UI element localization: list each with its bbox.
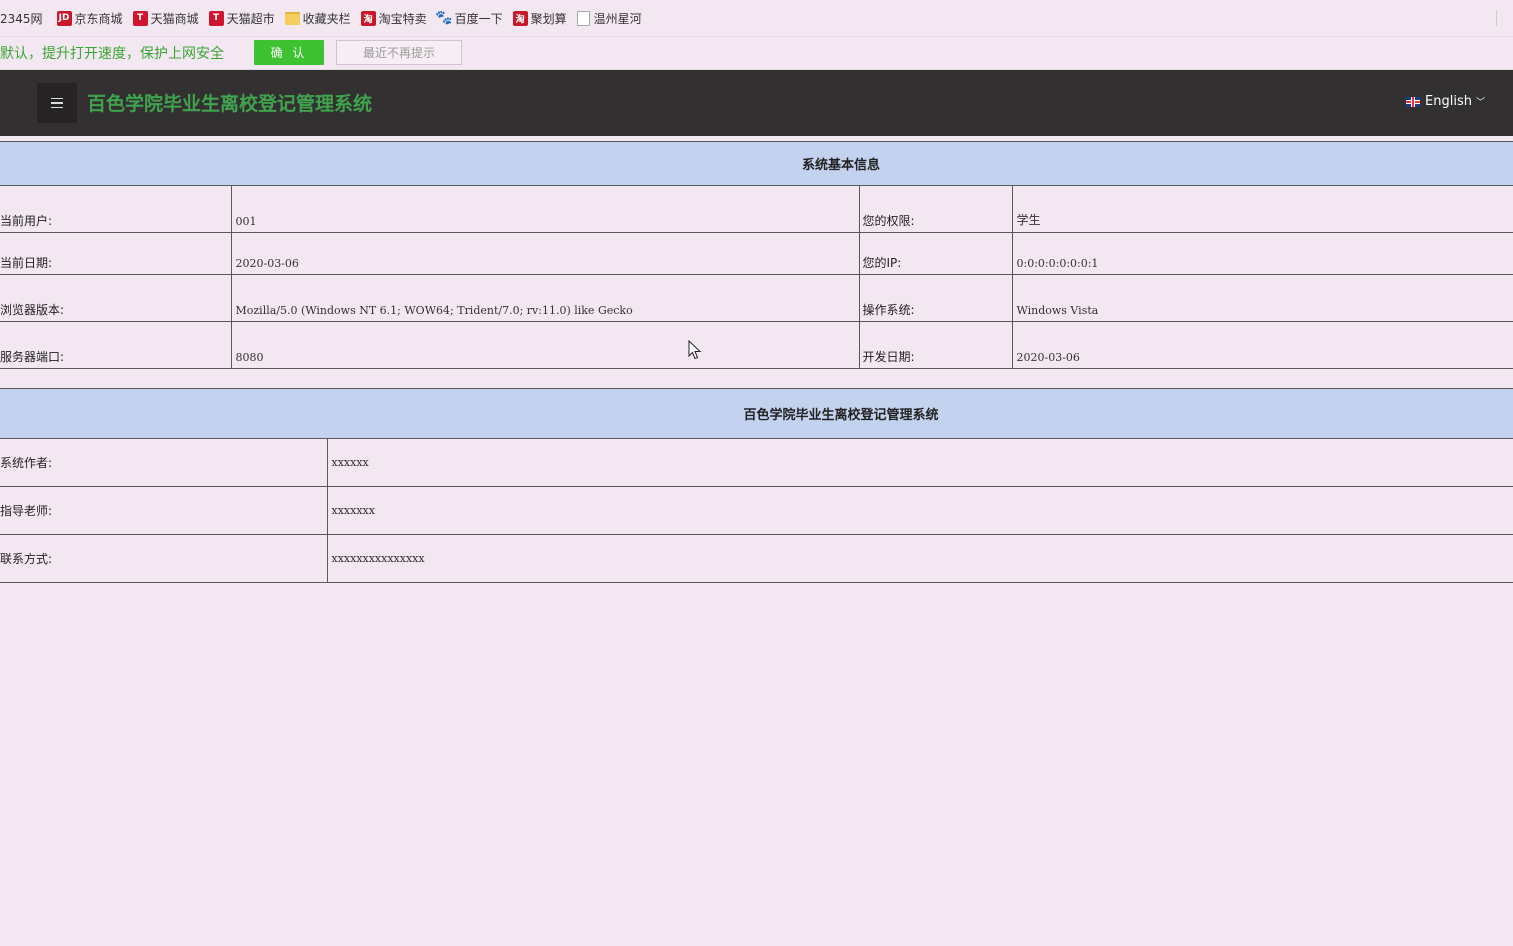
confirm-button[interactable]: 确 认 bbox=[254, 40, 324, 65]
contact-value: xxxxxxxxxxxxxxx bbox=[326, 534, 1513, 583]
os-value: Windows Vista bbox=[1011, 274, 1513, 322]
os-label: 操作系统: bbox=[858, 274, 1013, 322]
permission-label: 您的权限: bbox=[858, 185, 1013, 233]
table-row: 当前日期: 2020-03-06 您的IP: 0:0:0:0:0:0:0:1 bbox=[0, 232, 1513, 275]
table-row: 浏览器版本: Mozilla/5.0 (Windows NT 6.1; WOW6… bbox=[0, 274, 1513, 322]
bookmark-label: 天猫商城 bbox=[150, 11, 199, 26]
advisor-value: xxxxxxx bbox=[326, 486, 1513, 535]
table-row: 服务器端口: 8080 开发日期: 2020-03-06 bbox=[0, 321, 1513, 369]
bookmark-label: 聚划算 bbox=[530, 11, 567, 26]
ip-label: 您的IP: bbox=[858, 232, 1013, 275]
author-value: xxxxxx bbox=[326, 438, 1513, 487]
language-switch[interactable]: English ﹀ bbox=[1406, 94, 1485, 109]
bookmark-label: 天猫超市 bbox=[226, 11, 275, 26]
folder-icon bbox=[284, 11, 300, 25]
hamburger-icon bbox=[51, 102, 63, 104]
current-date-label: 当前日期: bbox=[0, 232, 232, 275]
contact-label: 联系方式: bbox=[0, 534, 328, 583]
hamburger-icon bbox=[51, 97, 63, 100]
bookmark-label: 淘宝特卖 bbox=[378, 11, 427, 26]
bookmark-tmall[interactable]: T 天猫商城 bbox=[132, 10, 199, 27]
author-label: 系统作者: bbox=[0, 438, 328, 487]
table-row: 系统作者: xxxxxx bbox=[0, 438, 1513, 487]
notice-text: 默认，提升打开速度，保护上网安全 bbox=[0, 45, 224, 62]
taobao-icon: 淘 bbox=[512, 10, 528, 26]
mouse-cursor-icon bbox=[688, 340, 702, 360]
app-header: 百色学院毕业生离校登记管理系统 English ﹀ bbox=[0, 70, 1513, 136]
ip-value: 0:0:0:0:0:0:0:1 bbox=[1011, 232, 1513, 275]
bookmark-label: 温州星河 bbox=[593, 11, 642, 26]
bookmark-label: 京东商城 bbox=[74, 11, 123, 26]
about-heading: 百色学院毕业生离校登记管理系统 bbox=[0, 388, 1513, 439]
uk-flag-icon bbox=[1406, 96, 1421, 107]
browser-version-label: 浏览器版本: bbox=[0, 274, 232, 322]
tmall-icon: T bbox=[132, 10, 148, 26]
language-label: English bbox=[1425, 94, 1472, 109]
current-date-value: 2020-03-06 bbox=[230, 232, 860, 275]
taobao-icon: 淘 bbox=[360, 10, 376, 26]
bookmarks-divider bbox=[1496, 10, 1497, 26]
bookmark-favorites-folder[interactable]: 收藏夹栏 bbox=[284, 10, 351, 27]
app-title: 百色学院毕业生离校登记管理系统 bbox=[87, 93, 373, 115]
bookmark-baidu[interactable]: 🐾 百度一下 bbox=[435, 10, 503, 27]
bookmark-label: 百度一下 bbox=[454, 11, 503, 26]
server-port-value: 8080 bbox=[230, 321, 860, 369]
system-info-table: 系统基本信息 当前用户: 001 您的权限: 学生 当前日期: 2020-03-… bbox=[0, 141, 1513, 369]
no-remind-button[interactable]: 最近不再提示 bbox=[336, 40, 462, 65]
bookmark-jd[interactable]: JD 京东商城 bbox=[56, 10, 123, 27]
bookmark-wenzhou[interactable]: 温州星河 bbox=[576, 10, 642, 27]
page-icon bbox=[576, 10, 590, 26]
dev-date-label: 开发日期: bbox=[858, 321, 1013, 369]
baidu-paw-icon: 🐾 bbox=[435, 10, 453, 26]
system-info-heading: 系统基本信息 bbox=[0, 141, 1513, 186]
bookmark-juhuasuan[interactable]: 淘 聚划算 bbox=[512, 10, 567, 27]
server-port-label: 服务器端口: bbox=[0, 321, 232, 369]
notification-bar: 默认，提升打开速度，保护上网安全 确 认 最近不再提示 bbox=[0, 36, 1513, 70]
browser-version-value: Mozilla/5.0 (Windows NT 6.1; WOW64; Trid… bbox=[230, 274, 860, 322]
tmall-icon: T bbox=[208, 10, 224, 26]
table-row: 当前用户: 001 您的权限: 学生 bbox=[0, 185, 1513, 233]
bookmark-taobao-sale[interactable]: 淘 淘宝特卖 bbox=[360, 10, 427, 27]
bookmarks-bar: 2345网 JD 京东商城 T 天猫商城 T 天猫超市 收藏夹栏 淘 淘宝特卖 … bbox=[0, 0, 1513, 37]
current-user-value: 001 bbox=[230, 185, 860, 233]
bookmark-2345[interactable]: 2345网 bbox=[0, 10, 43, 27]
jd-icon: JD bbox=[56, 10, 72, 26]
chevron-down-icon: ﹀ bbox=[1475, 98, 1485, 108]
table-row: 联系方式: xxxxxxxxxxxxxxx bbox=[0, 534, 1513, 583]
menu-toggle-button[interactable] bbox=[37, 83, 77, 123]
current-user-label: 当前用户: bbox=[0, 185, 232, 233]
advisor-label: 指导老师: bbox=[0, 486, 328, 535]
permission-value: 学生 bbox=[1011, 185, 1513, 233]
dev-date-value: 2020-03-06 bbox=[1011, 321, 1513, 369]
bookmark-label: 收藏夹栏 bbox=[302, 11, 351, 26]
hamburger-icon bbox=[51, 106, 63, 109]
bookmark-label: 2345网 bbox=[0, 11, 43, 26]
table-row: 指导老师: xxxxxxx bbox=[0, 486, 1513, 535]
about-table: 百色学院毕业生离校登记管理系统 系统作者: xxxxxx 指导老师: xxxxx… bbox=[0, 388, 1513, 583]
bookmark-tmall-supermarket[interactable]: T 天猫超市 bbox=[208, 10, 275, 27]
